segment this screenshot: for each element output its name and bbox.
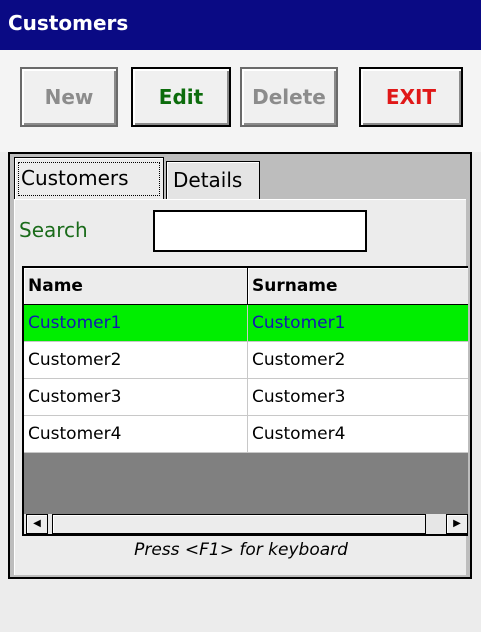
toolbar: New Edit Delete EXIT (0, 50, 481, 152)
right-arrow-icon[interactable]: ▶ (446, 514, 468, 534)
tab-customers-label: Customers (21, 166, 129, 190)
delete-button[interactable]: Delete (240, 67, 338, 127)
table-row[interactable]: Customer4 Customer4 (24, 416, 468, 453)
left-arrow-icon[interactable]: ◀ (26, 514, 48, 534)
search-label: Search (19, 218, 88, 242)
table-row[interactable]: Customer2 Customer2 (24, 342, 468, 379)
edit-button[interactable]: Edit (131, 67, 231, 127)
grid-header-row: Name Surname (24, 268, 468, 305)
exit-button[interactable]: EXIT (359, 67, 463, 127)
cell-surname: Customer1 (252, 313, 346, 333)
customers-tab-page: Search Name Surname Customer1 Customer1 … (14, 199, 468, 575)
cell-surname: Customer3 (252, 387, 346, 407)
tab-details[interactable]: Details (166, 161, 260, 199)
new-button[interactable]: New (20, 67, 118, 127)
cell-name: Customer1 (24, 305, 248, 341)
tab-customers[interactable]: Customers (14, 157, 164, 199)
window-title: Customers (8, 11, 129, 35)
cell-name: Customer2 (24, 342, 248, 378)
search-input[interactable] (153, 210, 367, 252)
horizontal-scrollbar[interactable]: ◀ ▶ (22, 514, 468, 536)
tab-details-label: Details (173, 168, 243, 192)
cell-name: Customer3 (24, 379, 248, 415)
cell-name: Customer4 (24, 416, 248, 452)
cell-surname: Customer2 (252, 350, 346, 370)
cell-surname: Customer4 (252, 424, 346, 444)
device-screen: Customers New Edit Delete EXIT Customers… (0, 0, 481, 632)
table-row[interactable]: Customer1 Customer1 (24, 305, 468, 342)
table-row[interactable]: Customer3 Customer3 (24, 379, 468, 416)
scrollbar-thumb[interactable] (52, 514, 426, 534)
title-bar: Customers (0, 0, 481, 50)
bottom-area (0, 579, 481, 632)
customers-grid: Name Surname Customer1 Customer1 Custome… (22, 266, 468, 514)
column-header-surname[interactable]: Surname (248, 268, 468, 304)
tab-control: Customers Details Search Name Surname Cu… (8, 152, 472, 579)
column-header-name[interactable]: Name (24, 268, 248, 304)
keyboard-hint: Press <F1> for keyboard (134, 540, 348, 560)
